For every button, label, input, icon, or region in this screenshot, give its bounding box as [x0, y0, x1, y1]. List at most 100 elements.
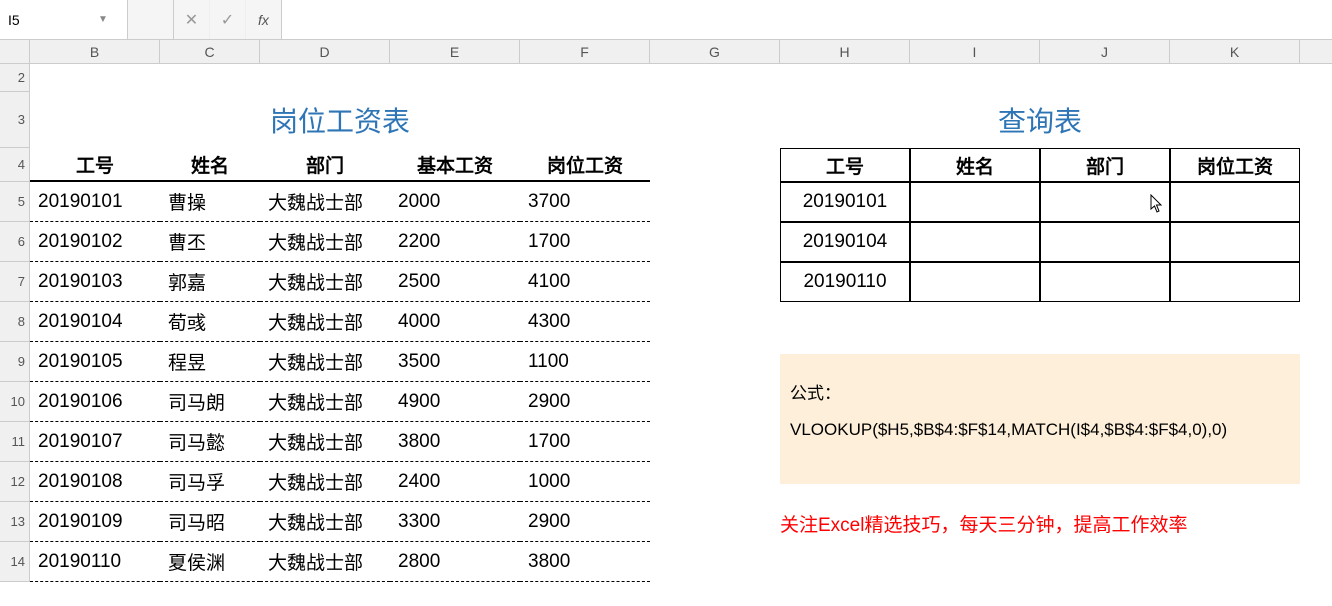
query-cell-id[interactable]: 20190101	[780, 182, 910, 222]
query-cell-id[interactable]: 20190110	[780, 262, 910, 302]
row-header-4[interactable]: 4	[0, 148, 30, 182]
salary-cell-post[interactable]: 2900	[520, 502, 650, 542]
salary-cell-base[interactable]: 2000	[390, 182, 520, 222]
salary-cell-post[interactable]: 1000	[520, 462, 650, 502]
salary-cell-base[interactable]: 4900	[390, 382, 520, 422]
row-header-10[interactable]: 10	[0, 382, 30, 422]
query-cell-post[interactable]	[1170, 222, 1300, 262]
salary-cell-id[interactable]: 20190109	[30, 502, 160, 542]
salary-cell-id[interactable]: 20190108	[30, 462, 160, 502]
select-all-corner[interactable]	[0, 40, 30, 63]
row-header-11[interactable]: 11	[0, 422, 30, 462]
salary-cell-name[interactable]: 司马朗	[160, 382, 260, 422]
query-cell-id[interactable]: 20190104	[780, 222, 910, 262]
salary-cell-dept[interactable]: 大魏战士部	[260, 182, 390, 222]
salary-cell-post[interactable]: 3800	[520, 542, 650, 582]
row-header-8[interactable]: 8	[0, 302, 30, 342]
query-cell-post[interactable]	[1170, 262, 1300, 302]
row-header-13[interactable]: 13	[0, 502, 30, 542]
salary-cell-dept[interactable]: 大魏战士部	[260, 422, 390, 462]
query-cell-dept[interactable]	[1040, 222, 1170, 262]
salary-cell-dept[interactable]: 大魏战士部	[260, 382, 390, 422]
col-header-C[interactable]: C	[160, 40, 260, 63]
salary-cell-id[interactable]: 20190110	[30, 542, 160, 582]
query-cell-name[interactable]	[910, 222, 1040, 262]
salary-cell-post[interactable]: 1700	[520, 422, 650, 462]
salary-cell-name[interactable]: 司马昭	[160, 502, 260, 542]
salary-cell-name[interactable]: 程昱	[160, 342, 260, 382]
salary-cell-id[interactable]: 20190101	[30, 182, 160, 222]
row-header-5[interactable]: 5	[0, 182, 30, 222]
salary-cell-base[interactable]: 2400	[390, 462, 520, 502]
salary-cell-dept[interactable]: 大魏战士部	[260, 462, 390, 502]
salary-cell-name[interactable]: 夏侯渊	[160, 542, 260, 582]
query-header-dept: 部门	[1040, 148, 1170, 182]
salary-cell-id[interactable]: 20190104	[30, 302, 160, 342]
formula-input[interactable]	[282, 0, 1332, 39]
salary-cell-post[interactable]: 4300	[520, 302, 650, 342]
cell-reference-input[interactable]	[8, 12, 98, 28]
salary-cell-base[interactable]: 2800	[390, 542, 520, 582]
salary-cell-post[interactable]: 2900	[520, 382, 650, 422]
fx-icon[interactable]: fx	[246, 0, 282, 39]
salary-cell-base[interactable]: 3300	[390, 502, 520, 542]
query-cell-post[interactable]	[1170, 182, 1300, 222]
salary-cell-name[interactable]: 荀彧	[160, 302, 260, 342]
salary-cell-base[interactable]: 2500	[390, 262, 520, 302]
salary-header-dept: 部门	[260, 148, 390, 182]
spreadsheet-grid[interactable]: B C D E F G H I J K 2 3 4 5 6 7 8 9 10 1…	[0, 40, 1332, 606]
salary-cell-dept[interactable]: 大魏战士部	[260, 222, 390, 262]
salary-cell-id[interactable]: 20190106	[30, 382, 160, 422]
salary-cell-id[interactable]: 20190103	[30, 262, 160, 302]
salary-cell-post[interactable]: 1700	[520, 222, 650, 262]
salary-cell-name[interactable]: 司马懿	[160, 422, 260, 462]
query-cell-name[interactable]	[910, 262, 1040, 302]
cancel-icon[interactable]: ✕	[174, 0, 210, 39]
salary-cell-post[interactable]: 3700	[520, 182, 650, 222]
query-cell-dept[interactable]	[1040, 182, 1170, 222]
salary-cell-base[interactable]: 3500	[390, 342, 520, 382]
salary-cell-dept[interactable]: 大魏战士部	[260, 502, 390, 542]
col-header-F[interactable]: F	[520, 40, 650, 63]
row-header-7[interactable]: 7	[0, 262, 30, 302]
salary-cell-name[interactable]: 郭嘉	[160, 262, 260, 302]
row-header-2[interactable]: 2	[0, 64, 30, 92]
col-header-D[interactable]: D	[260, 40, 390, 63]
salary-cell-post[interactable]: 4100	[520, 262, 650, 302]
name-box[interactable]: ▼	[0, 0, 128, 39]
col-header-K[interactable]: K	[1170, 40, 1300, 63]
formula-note-text: VLOOKUP($H5,$B$4:$F$14,MATCH(I$4,$B$4:$F…	[790, 414, 1290, 446]
row-header-14[interactable]: 14	[0, 542, 30, 582]
row-header-3[interactable]: 3	[0, 92, 30, 148]
salary-cell-id[interactable]: 20190102	[30, 222, 160, 262]
salary-cell-name[interactable]: 曹丕	[160, 222, 260, 262]
salary-header-id: 工号	[30, 148, 160, 182]
col-header-J[interactable]: J	[1040, 40, 1170, 63]
query-cell-dept[interactable]	[1040, 262, 1170, 302]
col-header-I[interactable]: I	[910, 40, 1040, 63]
salary-cell-dept[interactable]: 大魏战士部	[260, 342, 390, 382]
footer-tip: 关注Excel精选技巧，每天三分钟，提高工作效率	[780, 510, 1320, 537]
salary-cell-id[interactable]: 20190105	[30, 342, 160, 382]
salary-cell-dept[interactable]: 大魏战士部	[260, 262, 390, 302]
salary-cell-name[interactable]: 曹操	[160, 182, 260, 222]
col-header-H[interactable]: H	[780, 40, 910, 63]
salary-cell-post[interactable]: 1100	[520, 342, 650, 382]
col-header-E[interactable]: E	[390, 40, 520, 63]
col-header-G[interactable]: G	[650, 40, 780, 63]
row-header-12[interactable]: 12	[0, 462, 30, 502]
col-header-B[interactable]: B	[30, 40, 160, 63]
name-box-dropdown-icon[interactable]: ▼	[98, 14, 108, 25]
salary-cell-id[interactable]: 20190107	[30, 422, 160, 462]
salary-cell-dept[interactable]: 大魏战士部	[260, 542, 390, 582]
confirm-icon[interactable]: ✓	[210, 0, 246, 39]
query-cell-name[interactable]	[910, 182, 1040, 222]
salary-cell-name[interactable]: 司马孚	[160, 462, 260, 502]
row-header-6[interactable]: 6	[0, 222, 30, 262]
salary-cell-dept[interactable]: 大魏战士部	[260, 302, 390, 342]
salary-cell-base[interactable]: 2200	[390, 222, 520, 262]
row-header-9[interactable]: 9	[0, 342, 30, 382]
formula-note-box: 公式： VLOOKUP($H5,$B$4:$F$14,MATCH(I$4,$B$…	[780, 354, 1300, 484]
salary-cell-base[interactable]: 3800	[390, 422, 520, 462]
salary-cell-base[interactable]: 4000	[390, 302, 520, 342]
